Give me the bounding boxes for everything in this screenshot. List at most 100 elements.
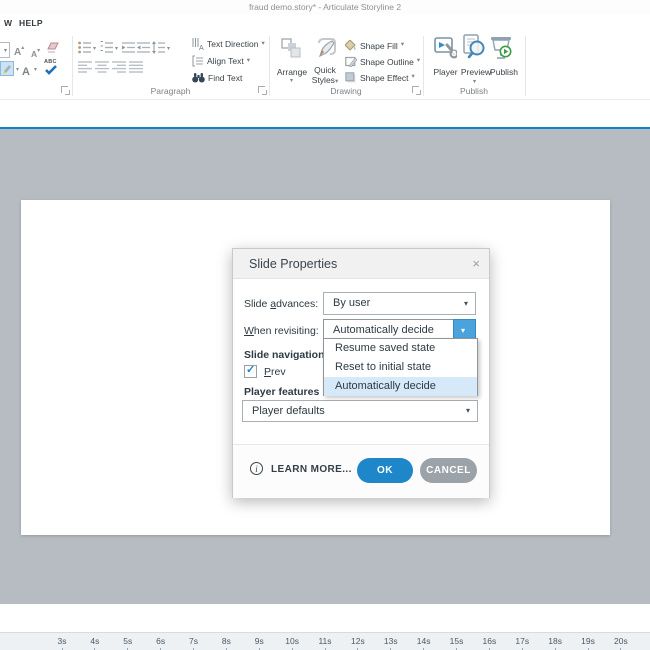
- dialog-header[interactable]: Slide Properties ×: [233, 249, 489, 279]
- chevron-down-icon[interactable]: ▾: [16, 66, 19, 73]
- timeline-tick: 7s: [184, 633, 204, 650]
- chevron-down-icon: ▾: [416, 57, 421, 65]
- dropdown-option-automatic[interactable]: Automatically decide: [324, 377, 477, 396]
- chevron-down-icon: ▾: [400, 41, 405, 49]
- paragraph-dialog-launcher[interactable]: [258, 86, 267, 95]
- player-icon[interactable]: [434, 36, 457, 60]
- close-icon[interactable]: ×: [472, 256, 480, 271]
- align-left-icon[interactable]: [78, 61, 92, 73]
- text-direction-button[interactable]: A Text Direction ▾: [192, 38, 265, 50]
- chevron-down-icon: ▾: [3, 48, 7, 54]
- prev-checkbox[interactable]: ✓: [244, 364, 257, 378]
- clear-formatting-icon[interactable]: [47, 41, 60, 54]
- align-center-icon[interactable]: [95, 61, 109, 73]
- timeline-tick: 5s: [118, 633, 138, 650]
- timeline-tick: 15s: [447, 633, 467, 650]
- chevron-down-icon[interactable]: ▾: [93, 45, 96, 52]
- shape-outline-button[interactable]: Shape Outline ▾: [345, 56, 420, 67]
- font-color-button[interactable]: A: [22, 62, 30, 80]
- text-direction-icon: A: [192, 38, 204, 50]
- spell-check-button[interactable]: ABC: [44, 59, 58, 75]
- justify-icon[interactable]: [129, 61, 143, 73]
- timeline-tick: 13s: [381, 633, 401, 650]
- quick-styles-button[interactable]: Quick Styles▾: [305, 65, 345, 86]
- timeline-tick: 20s: [611, 633, 631, 650]
- timeline-tick: 3s: [52, 633, 72, 650]
- align-text-icon: [192, 55, 204, 67]
- font-dialog-launcher[interactable]: [61, 86, 70, 95]
- grow-font-button[interactable]: A▴: [14, 42, 24, 60]
- publish-button[interactable]: Publish: [487, 67, 521, 77]
- numbered-list-icon[interactable]: [100, 41, 114, 54]
- chevron-down-icon: ▾: [463, 299, 468, 308]
- shape-fill-label: Shape Fill: [360, 40, 398, 51]
- menu-view-partial[interactable]: W: [4, 18, 12, 28]
- increase-indent-icon[interactable]: [122, 41, 135, 54]
- quick-styles-label-1: Quick: [314, 65, 336, 75]
- dialog-title: Slide Properties: [249, 257, 338, 271]
- chevron-down-icon[interactable]: ▾: [34, 66, 37, 73]
- player-features-select[interactable]: Player defaults ▾: [242, 400, 478, 422]
- align-right-icon[interactable]: [112, 61, 126, 73]
- drawing-group-label: Drawing: [330, 86, 362, 96]
- shape-outline-label: Shape Outline: [360, 56, 414, 67]
- quick-styles-icon[interactable]: [315, 37, 337, 59]
- chevron-down-icon: ▾: [461, 326, 466, 335]
- when-revisiting-dropdown-list: Resume saved state Reset to initial stat…: [323, 338, 478, 396]
- find-text-button[interactable]: Find Text: [192, 72, 242, 83]
- slide-advances-value: By user: [333, 297, 371, 309]
- chevron-down-icon: ▾: [465, 406, 470, 415]
- paragraph-group-label: Paragraph: [150, 86, 191, 96]
- slide-advances-label: Slide advances:: [244, 298, 319, 310]
- learn-more-link[interactable]: LEARN MORE...: [271, 464, 352, 475]
- player-features-value: Player defaults: [252, 405, 325, 417]
- player-features-label: Player features: [244, 386, 320, 398]
- cancel-button[interactable]: CANCEL: [420, 458, 477, 483]
- prev-checkbox-label: Prev: [264, 366, 286, 378]
- quick-styles-label-2: Styles▾: [311, 75, 339, 85]
- info-icon: i: [250, 462, 263, 475]
- shape-fill-button[interactable]: Shape Fill ▾: [345, 40, 404, 51]
- line-spacing-icon[interactable]: [152, 41, 165, 54]
- shape-effect-icon: [345, 72, 357, 83]
- timeline-tick: 16s: [479, 633, 499, 650]
- shrink-font-button[interactable]: A▾: [31, 44, 40, 62]
- timeline-tick: 8s: [216, 633, 236, 650]
- chevron-down-icon[interactable]: ▾: [115, 45, 118, 52]
- svg-text:A: A: [199, 45, 204, 50]
- ok-button[interactable]: OK: [357, 458, 413, 483]
- highlight-color-button[interactable]: [0, 61, 14, 76]
- timeline-tick: 9s: [249, 633, 269, 650]
- font-size-combo-partial[interactable]: ▾: [0, 42, 10, 58]
- text-direction-label: Text Direction: [207, 39, 259, 49]
- bullet-list-icon[interactable]: [78, 41, 92, 54]
- checkmark-icon: ✓: [246, 364, 256, 376]
- decrease-indent-icon[interactable]: [137, 41, 150, 54]
- group-separator: [525, 36, 526, 96]
- arrange-icon[interactable]: [281, 38, 301, 58]
- chevron-down-icon: ▾: [246, 56, 250, 64]
- timeline-tick: 19s: [578, 633, 598, 650]
- dropdown-option-reset[interactable]: Reset to initial state: [324, 358, 477, 377]
- timeline-ruler[interactable]: 3s 4s 5s 6s 7s 8s 9s 10s 11s 12s 13s 14s…: [0, 632, 650, 650]
- publish-icon[interactable]: [490, 36, 514, 60]
- strip-under-ribbon: [0, 100, 650, 127]
- timeline-tick: 14s: [414, 633, 434, 650]
- shape-effect-button[interactable]: Shape Effect ▾: [345, 72, 415, 83]
- chevron-down-icon: ▾: [411, 73, 415, 81]
- align-text-button[interactable]: Align Text ▾: [192, 55, 250, 67]
- when-revisiting-value: Automatically decide: [333, 324, 434, 336]
- bottom-strip: [0, 604, 650, 632]
- drawing-dialog-launcher[interactable]: [412, 86, 421, 95]
- preview-icon[interactable]: [462, 34, 487, 60]
- slide-advances-select[interactable]: By user ▾: [323, 292, 476, 315]
- ribbon: ▾ A▴ A▾ ▾ A ▾ ABC ▾ ▾ ▾ A Text Direction…: [0, 32, 650, 100]
- chevron-down-icon[interactable]: ▾: [167, 45, 170, 52]
- menubar: W HELP: [0, 14, 650, 32]
- timeline-tick: 11s: [315, 633, 335, 650]
- chevron-down-icon: ▾: [261, 39, 265, 47]
- align-text-label: Align Text: [207, 56, 244, 66]
- menu-help[interactable]: HELP: [19, 18, 43, 28]
- dropdown-option-resume[interactable]: Resume saved state: [324, 339, 477, 358]
- timeline-tick: 18s: [545, 633, 565, 650]
